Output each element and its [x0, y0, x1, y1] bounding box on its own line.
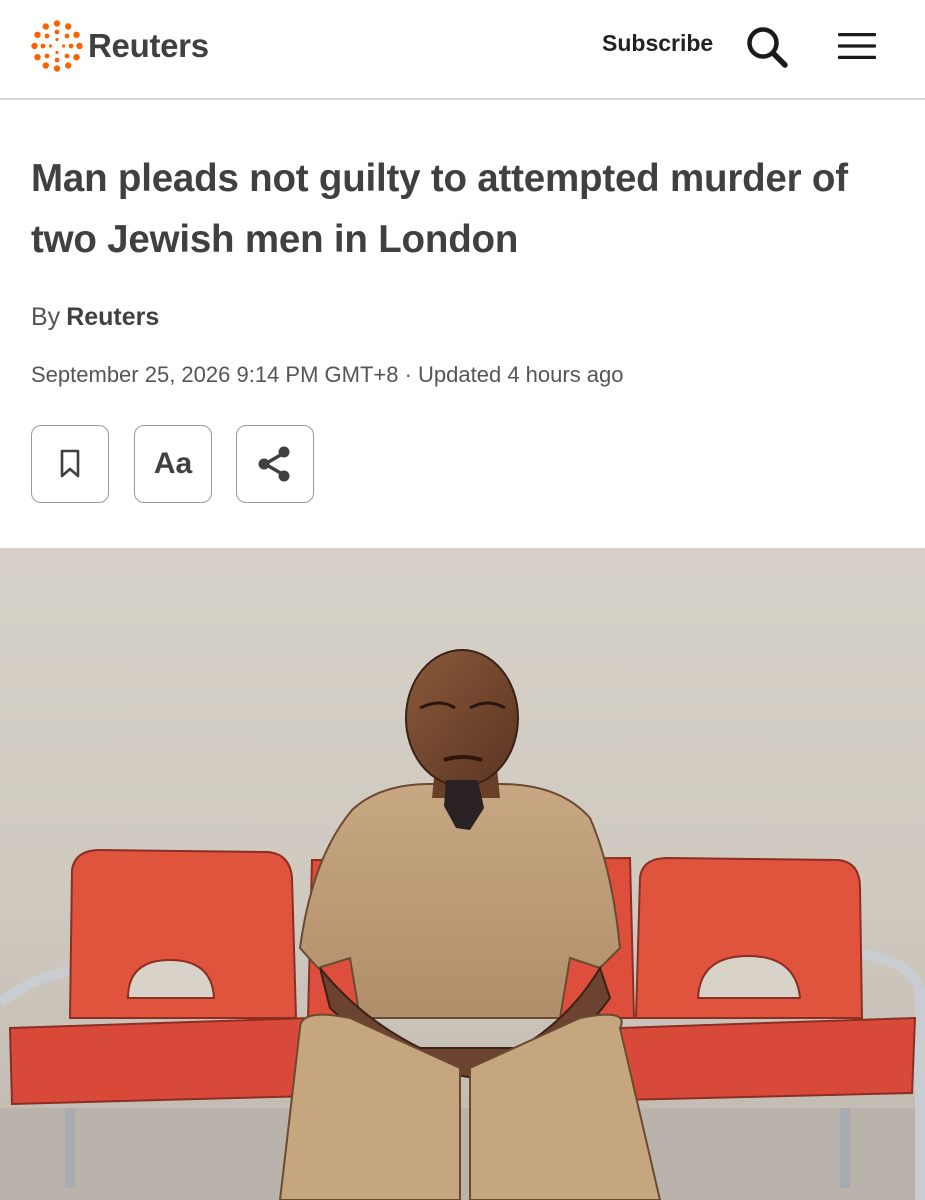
article-dateline: September 25, 2026 9:14 PM GMT+8 · Updat…: [31, 362, 624, 387]
article-page: Reuters Subscribe Man pleads not guilty …: [0, 0, 925, 1200]
hero-court-sketch-image: [0, 548, 925, 1200]
reuters-logo-link[interactable]: Reuters: [30, 18, 209, 74]
byline-prefix: By: [31, 303, 61, 331]
share-button[interactable]: [236, 425, 314, 503]
site-header: Reuters Subscribe: [0, 0, 925, 100]
search-icon: [747, 27, 788, 68]
brand-name: Reuters: [88, 27, 209, 64]
menu-button[interactable]: [837, 28, 877, 64]
article-headline: Man pleads not guilty to attempted murde…: [31, 157, 848, 261]
bookmark-icon: [60, 449, 80, 478]
reuters-logo-icon: [31, 20, 83, 72]
court-sketch-illustration: [0, 548, 925, 1200]
text-size-label: Aa: [153, 447, 193, 480]
subscribe-link[interactable]: Subscribe: [602, 30, 713, 57]
byline: By Reuters: [31, 303, 159, 332]
search-button[interactable]: [744, 24, 790, 70]
share-icon: [258, 446, 290, 482]
bookmark-button[interactable]: [31, 425, 109, 503]
text-size-button[interactable]: Aa: [134, 425, 212, 503]
byline-author-link[interactable]: Reuters: [66, 303, 159, 331]
hamburger-menu-icon: [838, 33, 876, 59]
